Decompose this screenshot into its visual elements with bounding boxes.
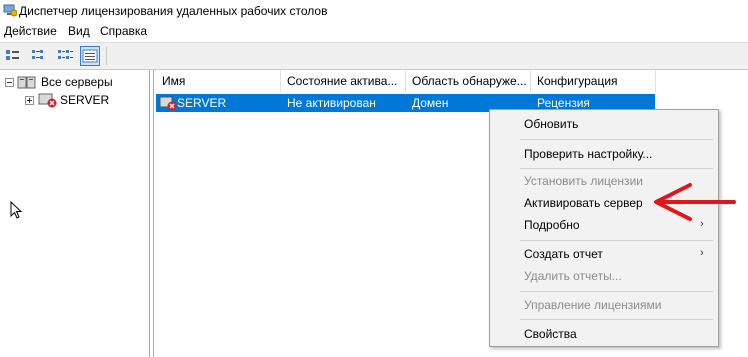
menu-item-advanced[interactable]: Подробно: [524, 218, 580, 232]
view-small-icon: [32, 50, 43, 59]
menu-item-check-config[interactable]: Проверить настройку...: [524, 147, 652, 161]
menu-item-create-report[interactable]: Создать отчет: [524, 247, 603, 261]
cell-scope: Домен: [412, 96, 449, 110]
menu-item-install-licenses: Установить лицензии: [524, 174, 643, 188]
menu-action[interactable]: Действие: [4, 24, 57, 38]
tree-server-label[interactable]: SERVER: [60, 93, 109, 107]
view-details-icon: [82, 49, 98, 63]
app-icon: [3, 4, 17, 17]
cell-name: SERVER: [177, 96, 227, 110]
column-header-state[interactable]: Состояние актива...: [281, 70, 406, 92]
menu-item-refresh[interactable]: Обновить: [524, 117, 578, 131]
menu-view[interactable]: Вид: [68, 24, 90, 38]
cell-state: Не активирован: [287, 96, 376, 110]
server-error-icon: [38, 93, 57, 108]
tree-pane: Все серверы SERVER: [0, 70, 150, 357]
server-error-icon: [159, 96, 177, 111]
menu-help[interactable]: Справка: [100, 24, 147, 38]
menu-separator: [520, 168, 713, 169]
title-bar: Диспетчер лицензирования удаленных рабоч…: [0, 0, 748, 22]
view-large-icons-button[interactable]: [4, 46, 24, 66]
view-details-button[interactable]: [80, 46, 100, 66]
window-title: Диспетчер лицензирования удаленных рабоч…: [19, 4, 328, 18]
view-small-icons-button[interactable]: [30, 46, 50, 66]
menu-bar: Действие Вид Справка: [0, 22, 748, 42]
tree-expand-toggle[interactable]: [25, 96, 34, 105]
view-large-icon: [6, 50, 19, 60]
submenu-arrow-icon: ›: [700, 247, 704, 259]
tree-root-label[interactable]: Все серверы: [41, 75, 113, 89]
tree-collapse-toggle[interactable]: [5, 78, 14, 87]
cell-config: Рецензия: [537, 96, 590, 110]
menu-item-activate-server[interactable]: Активировать сервер: [524, 196, 643, 210]
server-group-icon: [17, 76, 36, 89]
menu-item-delete-reports: Удалить отчеты...: [524, 269, 622, 283]
red-arrow-icon: [654, 183, 736, 221]
menu-separator: [520, 319, 713, 320]
column-header-config[interactable]: Конфигурация: [531, 70, 656, 92]
view-list-icon: [58, 50, 73, 59]
menu-item-properties[interactable]: Свойства: [524, 327, 577, 341]
mouse-cursor-icon: [10, 201, 23, 219]
column-header-name[interactable]: Имя: [156, 70, 281, 92]
column-header-scope[interactable]: Область обнаруже...: [406, 70, 531, 92]
menu-item-manage-licenses: Управление лицензиями: [524, 298, 662, 312]
context-menu: Обновить Проверить настройку... Установи…: [489, 109, 719, 347]
menu-separator: [520, 291, 713, 292]
toolbar: [0, 42, 748, 70]
menu-separator: [520, 240, 713, 241]
view-list-button[interactable]: [56, 46, 76, 66]
menu-separator: [520, 139, 713, 140]
toolbar-separator: [106, 47, 107, 65]
